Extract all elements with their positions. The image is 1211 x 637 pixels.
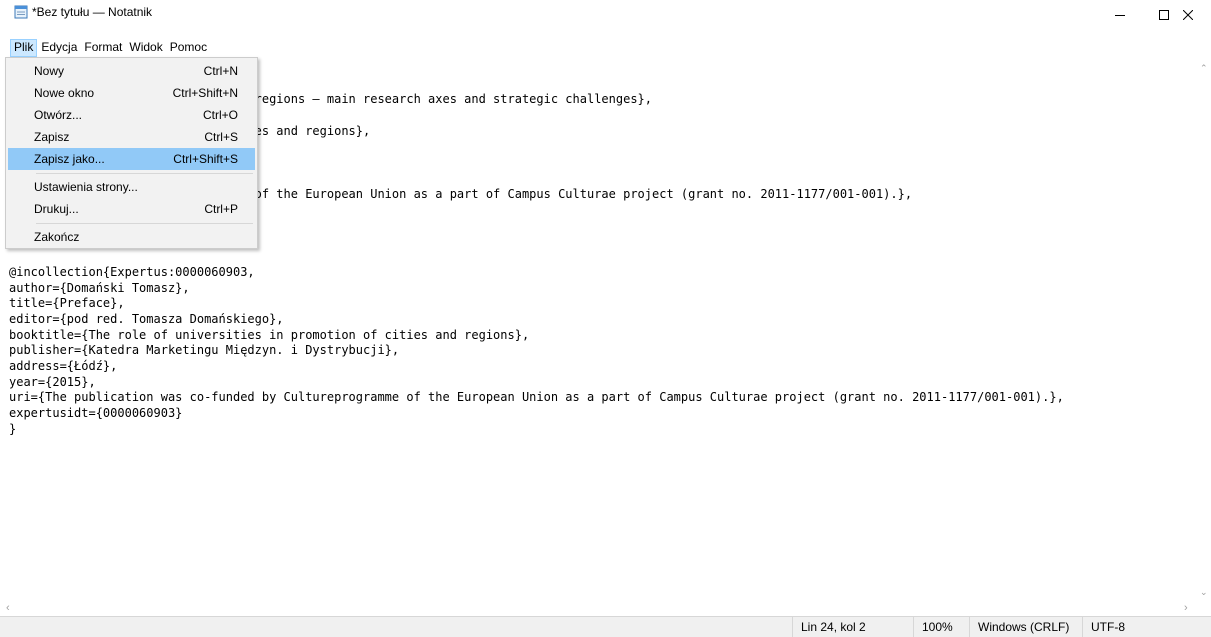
minimize-icon <box>1115 15 1125 16</box>
status-bar: Lin 24, kol 2 100% Windows (CRLF) UTF-8 <box>0 616 1211 637</box>
scroll-down-icon[interactable]: ⌄ <box>1200 587 1208 597</box>
menu-widok[interactable]: Widok <box>126 39 165 57</box>
editor-line[interactable]: } <box>9 422 1064 438</box>
minimize-button[interactable] <box>1097 0 1143 30</box>
menu-item-zakoncz[interactable]: Zakończ <box>8 226 255 248</box>
menu-item-drukuj[interactable]: Drukuj... Ctrl+P <box>8 198 255 220</box>
window-title: *Bez tytułu — Notatnik <box>32 5 153 19</box>
editor-line[interactable]: editor={pod red. Tomasza Domańskiego}, <box>9 312 1064 328</box>
menu-item-zapisz-jako[interactable]: Zapisz jako... Ctrl+Shift+S <box>8 148 255 170</box>
scroll-left-icon[interactable]: ‹ <box>6 603 10 614</box>
menu-item-ustawienia-strony[interactable]: Ustawienia strony... <box>8 176 255 198</box>
encoding: UTF-8 <box>1082 617 1211 637</box>
menu-item-nowy[interactable]: Nowy Ctrl+N <box>8 60 255 82</box>
editor-line[interactable]: expertusidt={0000060903} <box>9 406 1064 422</box>
scrollbar-corner <box>1197 600 1211 616</box>
line-endings: Windows (CRLF) <box>969 617 1082 637</box>
scroll-up-icon[interactable]: ⌃ <box>1200 63 1208 73</box>
menu-separator <box>36 173 253 174</box>
menu-pomoc[interactable]: Pomoc <box>167 39 210 57</box>
menu-bar: Plik Edycja Format Widok Pomoc <box>0 39 1211 57</box>
menu-format[interactable]: Format <box>81 39 125 57</box>
notepad-icon <box>14 5 28 19</box>
file-menu-dropdown: Nowy Ctrl+N Nowe okno Ctrl+Shift+N Otwór… <box>5 57 258 249</box>
editor-line[interactable]: year={2015}, <box>9 375 1064 391</box>
editor-line[interactable] <box>9 249 1064 265</box>
menu-edycja[interactable]: Edycja <box>38 39 80 57</box>
close-button[interactable] <box>1165 0 1211 30</box>
cursor-position: Lin 24, kol 2 <box>792 617 913 637</box>
menu-item-zapisz[interactable]: Zapisz Ctrl+S <box>8 126 255 148</box>
horizontal-scrollbar[interactable]: ‹ › <box>0 600 1197 616</box>
menu-item-nowe-okno[interactable]: Nowe okno Ctrl+Shift+N <box>8 82 255 104</box>
editor-line[interactable]: booktitle={The role of universities in p… <box>9 328 1064 344</box>
vertical-scrollbar[interactable]: ⌃ ⌄ <box>1197 57 1211 600</box>
editor-line[interactable]: address={Łódź}, <box>9 359 1064 375</box>
zoom-level: 100% <box>913 617 969 637</box>
editor-line[interactable]: uri={The publication was co-funded by Cu… <box>9 390 1064 406</box>
editor-line[interactable]: publisher={Katedra Marketingu Międzyn. i… <box>9 343 1064 359</box>
title-bar: *Bez tytułu — Notatnik <box>0 0 1211 38</box>
menu-plik[interactable]: Plik <box>10 39 38 57</box>
menu-item-otworz[interactable]: Otwórz... Ctrl+O <box>8 104 255 126</box>
scroll-right-icon[interactable]: › <box>1184 603 1188 614</box>
editor-line[interactable]: @incollection{Expertus:0000060903, <box>9 265 1064 281</box>
editor-line[interactable]: author={Domański Tomasz}, <box>9 281 1064 297</box>
close-icon <box>1183 10 1193 20</box>
menu-separator <box>36 223 253 224</box>
editor-line[interactable]: title={Preface}, <box>9 296 1064 312</box>
